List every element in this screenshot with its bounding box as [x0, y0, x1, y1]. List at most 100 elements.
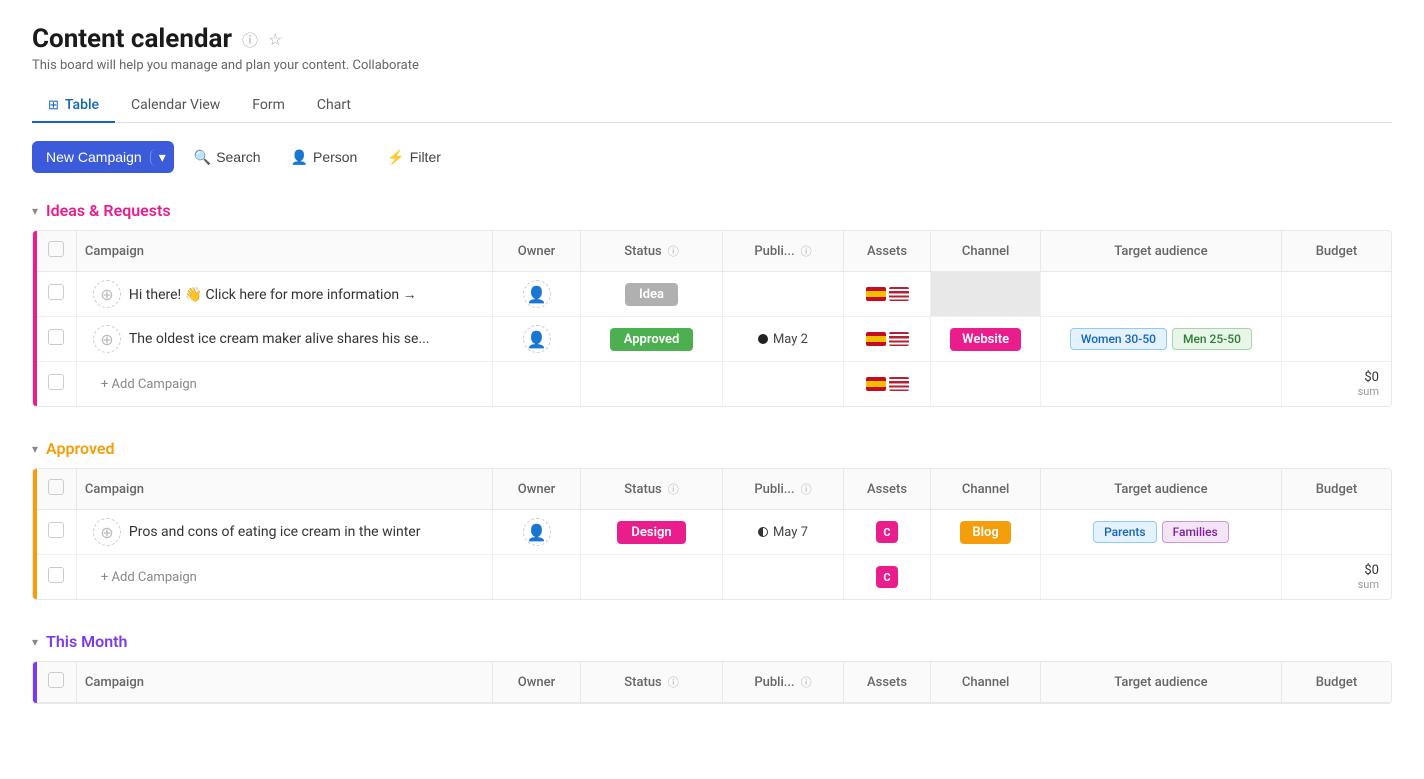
campaign-name[interactable]: The oldest ice cream maker alive shares …: [129, 331, 430, 347]
tag-families[interactable]: Families: [1162, 521, 1229, 543]
channel-cell-a[interactable]: Blog: [931, 510, 1041, 555]
status-badge-design[interactable]: Design: [617, 521, 685, 544]
row-check: [37, 272, 76, 317]
row-checkbox-a[interactable]: [48, 522, 64, 538]
section-approved-chevron[interactable]: ▾: [32, 442, 38, 456]
budget-amount-a: $0: [1290, 563, 1379, 578]
channel-cell-2[interactable]: Website: [931, 317, 1041, 362]
tab-table[interactable]: ⊞ Table: [32, 89, 115, 123]
table-icon: ⊞: [48, 98, 59, 113]
add-owner-icon-a[interactable]: ⊕: [93, 518, 121, 546]
section-approved: ▾ Approved Campaign Owner Status ⓘ Publi…: [32, 439, 1392, 600]
channel-badge-blog[interactable]: Blog: [960, 521, 1010, 544]
status-info-icon-a[interactable]: ⓘ: [668, 481, 679, 497]
channel-cell-1: [931, 272, 1041, 317]
row-checkbox[interactable]: [48, 329, 64, 345]
add-owner-icon[interactable]: ⊕: [93, 325, 121, 353]
budget-footer-1: $0 sum: [1281, 362, 1391, 407]
star-icon[interactable]: ☆: [268, 30, 282, 49]
status-badge-approved[interactable]: Approved: [610, 328, 694, 351]
add-empty-3: [723, 362, 844, 407]
tag-women[interactable]: Women 30-50: [1070, 328, 1167, 350]
asset-icon-pink: C: [876, 521, 898, 543]
assets-cell-a: C: [843, 510, 931, 555]
status-info-icon-1[interactable]: ⓘ: [668, 243, 679, 259]
new-campaign-dropdown[interactable]: ▾: [150, 149, 174, 166]
section-approved-bar: [33, 469, 37, 599]
section-thismonth: ▾ This Month Campaign Owner Status ⓘ Pub…: [32, 632, 1392, 704]
tabs-bar: ⊞ Table Calendar View Form Chart: [32, 89, 1392, 123]
tab-form[interactable]: Form: [236, 89, 301, 123]
th-campaign-1: Campaign: [76, 231, 492, 272]
status-badge-idea[interactable]: Idea: [625, 283, 678, 306]
add-campaign-button-a[interactable]: + Add Campaign: [93, 570, 197, 585]
tab-chart[interactable]: Chart: [301, 89, 367, 123]
section-ideas-chevron[interactable]: ▾: [32, 204, 38, 218]
person-button[interactable]: 👤 Person: [281, 143, 368, 172]
new-campaign-main[interactable]: New Campaign: [32, 141, 150, 173]
owner-cell-a: 👤: [493, 510, 581, 555]
flag-us-footer: [889, 377, 909, 391]
th-budget-a: Budget: [1281, 469, 1391, 510]
status-info-icon-m[interactable]: ⓘ: [668, 674, 679, 690]
tag-men[interactable]: Men 25-50: [1172, 328, 1252, 350]
status-cell-a[interactable]: Design: [580, 510, 722, 555]
add-row-checkbox[interactable]: [48, 374, 64, 390]
status-cell-2[interactable]: Approved: [580, 317, 722, 362]
filter-button[interactable]: ⚡ Filter: [377, 143, 451, 172]
section-approved-title: Approved: [46, 439, 115, 458]
info-icon[interactable]: ⓘ: [242, 27, 258, 51]
table-row: ⊕ Pros and cons of eating ice cream in t…: [37, 510, 1391, 555]
th-assets-a: Assets: [843, 469, 931, 510]
tab-calendar-label: Calendar View: [131, 97, 220, 113]
tag-parents[interactable]: Parents: [1093, 521, 1156, 543]
add-campaign-cell[interactable]: + Add Campaign: [76, 362, 492, 407]
search-button[interactable]: 🔍 Search: [184, 143, 271, 172]
search-icon: 🔍: [194, 149, 211, 166]
assets-cell-footer-a: C: [843, 555, 931, 600]
table-row: ⊕ The oldest ice cream maker alive share…: [37, 317, 1391, 362]
row-checkbox[interactable]: [48, 284, 64, 300]
add-owner-icon[interactable]: ⊕: [93, 280, 121, 308]
pub-dot-a: [758, 527, 768, 537]
th-check: [37, 231, 76, 272]
owner-avatar-a[interactable]: 👤: [523, 518, 551, 546]
owner-avatar[interactable]: 👤: [523, 280, 551, 308]
filter-icon: ⚡: [387, 149, 404, 166]
status-cell-1[interactable]: Idea: [580, 272, 722, 317]
add-campaign-cell-a[interactable]: + Add Campaign: [76, 555, 492, 600]
search-label: Search: [216, 149, 260, 165]
publi-info-icon-m[interactable]: ⓘ: [801, 674, 812, 690]
channel-badge-website[interactable]: Website: [950, 328, 1021, 351]
th-status-a: Status ⓘ: [580, 469, 722, 510]
header-checkbox-m[interactable]: [48, 672, 64, 688]
campaign-name[interactable]: Hi there! 👋 Click here for more informat…: [129, 286, 417, 303]
section-thismonth-table: Campaign Owner Status ⓘ Publi... ⓘ Asset…: [32, 661, 1392, 704]
th-owner-m: Owner: [493, 662, 581, 703]
th-assets-m: Assets: [843, 662, 931, 703]
add-empty-a3: [723, 555, 844, 600]
tab-calendar[interactable]: Calendar View: [115, 89, 236, 123]
section-thismonth-chevron[interactable]: ▾: [32, 635, 38, 649]
th-budget-1: Budget: [1281, 231, 1391, 272]
owner-avatar[interactable]: 👤: [523, 325, 551, 353]
target-cell-2: Women 30-50 Men 25-50: [1040, 317, 1281, 362]
publi-info-icon-1[interactable]: ⓘ: [801, 243, 812, 259]
section-ideas: ▾ Ideas & Requests Campaign Owner Status…: [32, 201, 1392, 407]
th-campaign-m: Campaign: [76, 662, 492, 703]
header-checkbox[interactable]: [48, 241, 64, 257]
add-row-checkbox-a[interactable]: [48, 567, 64, 583]
header-checkbox-a[interactable]: [48, 479, 64, 495]
th-status-m: Status ⓘ: [580, 662, 722, 703]
target-cell-a: Parents Families: [1040, 510, 1281, 555]
page-subtitle: This board will help you manage and plan…: [32, 58, 1392, 73]
add-campaign-button[interactable]: + Add Campaign: [93, 377, 197, 392]
campaign-name-a[interactable]: Pros and cons of eating ice cream in the…: [129, 524, 421, 540]
th-status-1: Status ⓘ: [580, 231, 722, 272]
publi-info-icon-a[interactable]: ⓘ: [801, 481, 812, 497]
flag-us-1: [889, 287, 909, 301]
add-empty-1: [493, 362, 581, 407]
publi-cell-a: May 7: [723, 510, 844, 555]
th-campaign-a: Campaign: [76, 469, 492, 510]
new-campaign-button[interactable]: New Campaign ▾: [32, 141, 174, 173]
